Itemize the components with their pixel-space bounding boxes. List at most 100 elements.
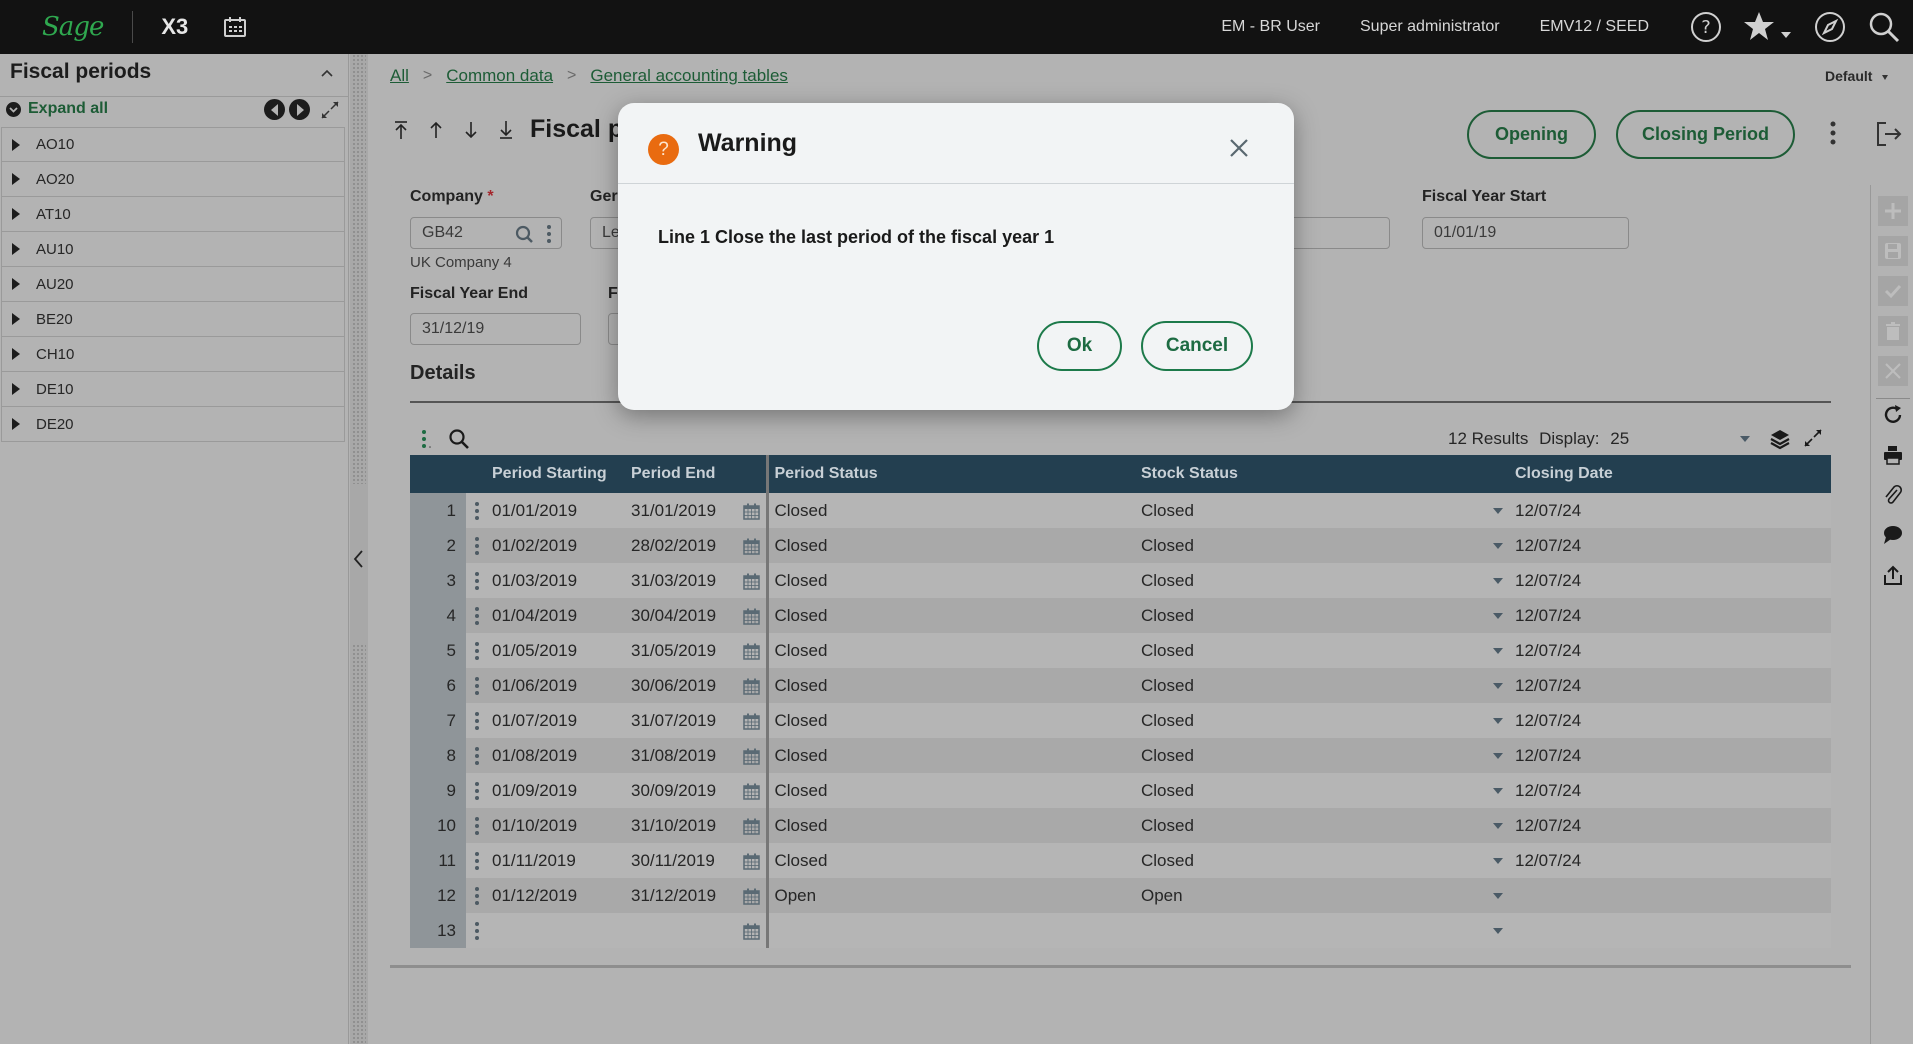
- period-starting-cell[interactable]: 01/09/2019: [488, 773, 631, 808]
- row-menu-icon[interactable]: [475, 712, 479, 731]
- field-menu-icon[interactable]: [545, 223, 553, 245]
- refresh-icon[interactable]: [1880, 402, 1906, 428]
- expand-icon[interactable]: [320, 100, 340, 120]
- calendar-icon[interactable]: [743, 773, 769, 808]
- endpoint[interactable]: EMV12 / SEED: [1540, 18, 1649, 36]
- stock-status-cell[interactable]: Closed: [1135, 668, 1483, 703]
- plus-icon[interactable]: [1878, 196, 1908, 226]
- row-menu[interactable]: [466, 703, 488, 738]
- stock-status-cell[interactable]: [1135, 913, 1483, 948]
- attachment-icon[interactable]: [1880, 482, 1906, 508]
- period-starting-cell[interactable]: [488, 913, 631, 948]
- table-row[interactable]: 2 01/02/2019 28/02/2019 Closed Closed 12/07/2…: [410, 528, 1831, 563]
- stock-status-cell[interactable]: Closed: [1135, 563, 1483, 598]
- period-status-cell[interactable]: Closed: [767, 738, 1135, 773]
- chevron-up-icon[interactable]: [318, 64, 336, 82]
- dropdown-arrow-icon[interactable]: [1493, 753, 1503, 760]
- row-menu-icon[interactable]: [475, 537, 479, 556]
- stock-status-cell[interactable]: Closed: [1135, 808, 1483, 843]
- tree-item[interactable]: DE20: [1, 407, 345, 442]
- period-status-cell[interactable]: Closed: [767, 703, 1135, 738]
- closing-date-cell[interactable]: 12/07/24: [1513, 843, 1831, 878]
- dropdown-arrow-icon[interactable]: [1493, 543, 1503, 550]
- calendar-icon[interactable]: [743, 913, 769, 948]
- calendar-icon[interactable]: [743, 703, 769, 738]
- table-row[interactable]: 5 01/05/2019 31/05/2019 Closed Closed 12/07/2…: [410, 633, 1831, 668]
- ok-button[interactable]: Ok: [1037, 321, 1122, 371]
- expand-arrow-icon[interactable]: [12, 278, 20, 290]
- close-icon[interactable]: [1228, 137, 1250, 159]
- expand-arrow-icon[interactable]: [12, 418, 20, 430]
- tree-item[interactable]: BE20: [1, 302, 345, 337]
- closing-date-cell[interactable]: 12/07/24: [1513, 598, 1831, 633]
- expand-arrow-icon[interactable]: [12, 208, 20, 220]
- help-icon[interactable]: ?: [1689, 10, 1723, 44]
- period-end-cell[interactable]: 30/11/2019: [631, 843, 743, 878]
- stock-status-dropdown[interactable]: [1483, 808, 1513, 843]
- period-end-cell[interactable]: 30/06/2019: [631, 668, 743, 703]
- period-end-cell[interactable]: 31/08/2019: [631, 738, 743, 773]
- table-row[interactable]: 13: [410, 913, 1831, 948]
- view-selector[interactable]: Default: [1825, 68, 1889, 84]
- previous-record-icon[interactable]: [425, 118, 446, 142]
- period-status-cell[interactable]: Closed: [767, 773, 1135, 808]
- period-end-cell[interactable]: 30/04/2019: [631, 598, 743, 633]
- stock-status-cell[interactable]: Closed: [1135, 773, 1483, 808]
- product-name[interactable]: X3: [161, 14, 188, 40]
- period-end-cell[interactable]: 31/10/2019: [631, 808, 743, 843]
- closing-date-cell[interactable]: 12/07/24: [1513, 808, 1831, 843]
- compass-icon[interactable]: [1813, 10, 1847, 44]
- table-row[interactable]: 1 01/01/2019 31/01/2019 Closed Closed 12/07/2…: [410, 493, 1831, 528]
- dropdown-arrow-icon[interactable]: [1493, 683, 1503, 690]
- table-row[interactable]: 10 01/10/2019 31/10/2019 Closed Closed 12/07/…: [410, 808, 1831, 843]
- tree-item[interactable]: AO10: [1, 127, 345, 162]
- period-starting-cell[interactable]: 01/01/2019: [488, 493, 631, 528]
- stock-status-dropdown[interactable]: [1483, 493, 1513, 528]
- closing-date-cell[interactable]: [1513, 913, 1831, 948]
- display-dropdown-icon[interactable]: [1740, 436, 1750, 442]
- row-menu-icon[interactable]: [475, 852, 479, 871]
- tree-item[interactable]: AU10: [1, 232, 345, 267]
- trash-icon[interactable]: [1878, 316, 1908, 346]
- row-menu[interactable]: [466, 563, 488, 598]
- tree-item[interactable]: AT10: [1, 197, 345, 232]
- fiscal-year-start-field[interactable]: 01/01/19: [1422, 217, 1629, 249]
- row-menu[interactable]: [466, 878, 488, 913]
- stock-status-cell[interactable]: Closed: [1135, 703, 1483, 738]
- period-starting-cell[interactable]: 01/11/2019: [488, 843, 631, 878]
- stock-status-dropdown[interactable]: [1483, 773, 1513, 808]
- period-end-cell[interactable]: [631, 913, 743, 948]
- dropdown-arrow-icon[interactable]: [1493, 613, 1503, 620]
- dropdown-arrow-icon[interactable]: [1493, 858, 1503, 865]
- calendar-icon[interactable]: [743, 493, 769, 528]
- stock-status-dropdown[interactable]: [1483, 563, 1513, 598]
- period-starting-cell[interactable]: 01/07/2019: [488, 703, 631, 738]
- period-end-cell[interactable]: 28/02/2019: [631, 528, 743, 563]
- period-end-cell[interactable]: 31/05/2019: [631, 633, 743, 668]
- calendar-icon[interactable]: [743, 878, 769, 913]
- table-row[interactable]: 6 01/06/2019 30/06/2019 Closed Closed 12/07/2…: [410, 668, 1831, 703]
- share-icon[interactable]: [1880, 562, 1906, 588]
- row-menu-icon[interactable]: [475, 782, 479, 801]
- closing-date-cell[interactable]: 12/07/24: [1513, 528, 1831, 563]
- period-status-cell[interactable]: Closed: [767, 598, 1135, 633]
- expand-arrow-icon[interactable]: [12, 383, 20, 395]
- sage-logo[interactable]: Sage: [42, 12, 104, 42]
- period-end-cell[interactable]: 31/01/2019: [631, 493, 743, 528]
- row-menu-icon[interactable]: [475, 572, 479, 591]
- closing-date-cell[interactable]: 12/07/24: [1513, 773, 1831, 808]
- check-icon[interactable]: [1878, 276, 1908, 306]
- period-status-cell[interactable]: Closed: [767, 843, 1135, 878]
- tree-item[interactable]: AO20: [1, 162, 345, 197]
- stock-status-cell[interactable]: Closed: [1135, 633, 1483, 668]
- calendar-icon[interactable]: [743, 598, 769, 633]
- stock-status-cell[interactable]: Closed: [1135, 843, 1483, 878]
- closing-date-cell[interactable]: 12/07/24: [1513, 493, 1831, 528]
- stock-status-dropdown[interactable]: [1483, 633, 1513, 668]
- stock-status-dropdown[interactable]: [1483, 738, 1513, 773]
- period-starting-cell[interactable]: 01/08/2019: [488, 738, 631, 773]
- period-end-cell[interactable]: 30/09/2019: [631, 773, 743, 808]
- dropdown-arrow-icon[interactable]: [1493, 823, 1503, 830]
- row-menu-icon[interactable]: [475, 817, 479, 836]
- stock-status-cell[interactable]: Closed: [1135, 528, 1483, 563]
